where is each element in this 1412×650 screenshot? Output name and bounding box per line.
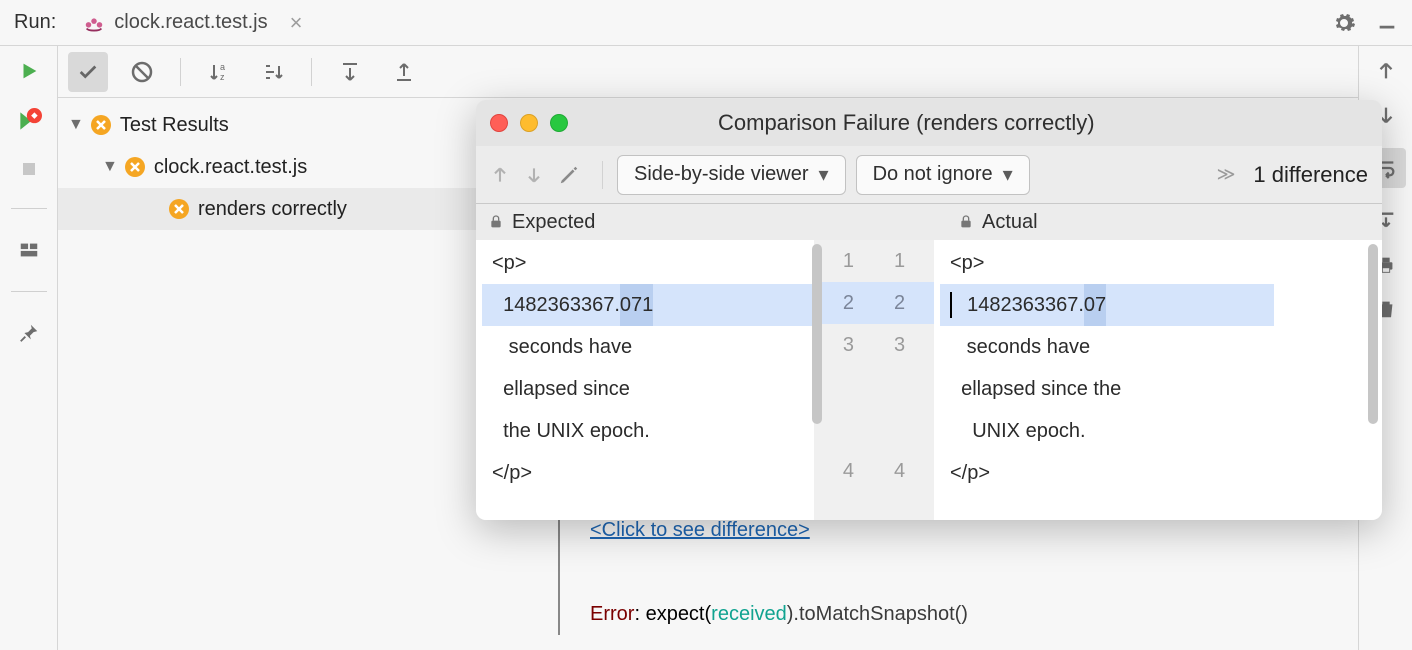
jest-icon [82,11,106,35]
window-zoom-icon[interactable] [550,114,568,132]
lock-icon [488,214,504,230]
error-keyword: Error [590,603,634,625]
stop-icon[interactable] [20,160,38,178]
run-icon[interactable] [18,60,40,82]
tab-file-label: clock.react.test.js [114,11,267,34]
collapse-all-icon[interactable] [384,52,424,92]
svg-text:a: a [220,62,225,72]
run-tab[interactable]: clock.react.test.js × [82,10,302,36]
window-close-icon[interactable] [490,114,508,132]
ignore-mode-select[interactable]: Do not ignore ▾ [856,155,1030,195]
fail-badge-icon [124,156,146,178]
run-label: Run: [14,11,56,34]
dialog-title: Comparison Failure (renders correctly) [584,110,1368,136]
next-diff-icon[interactable] [524,165,544,185]
arrow-up-icon[interactable] [1375,60,1397,82]
svg-text:z: z [220,72,225,82]
diff-count: 1 difference [1253,162,1368,188]
collapse-icon[interactable] [253,52,293,92]
expected-label: Expected [512,211,595,234]
run-fail-icon[interactable] [16,108,42,134]
actual-pane[interactable]: <p> 1482363367.07 seconds have ellapsed … [934,240,1274,520]
lock-icon [958,214,974,230]
diff-body: <p> 1482363367.071 seconds have ellapsed… [476,240,1382,520]
expand-all-icon[interactable] [330,52,370,92]
test-toolbar: az [58,46,1358,98]
pin-icon[interactable] [18,322,40,344]
show-ignored-toggle[interactable] [122,52,162,92]
see-difference-link[interactable]: <Click to see difference> [590,519,810,541]
expected-pane[interactable]: <p> 1482363367.071 seconds have ellapsed… [476,240,814,520]
window-minimize-icon[interactable] [520,114,538,132]
tree-root-label: Test Results [120,114,229,137]
actual-label: Actual [982,211,1038,234]
dialog-titlebar: Comparison Failure (renders correctly) [476,100,1382,146]
fail-badge-icon [90,114,112,136]
tree-test-label: renders correctly [198,198,347,221]
close-tab-icon[interactable]: × [290,10,303,36]
edit-icon[interactable] [558,164,580,186]
chevron-down-icon: ▾ [1003,162,1013,187]
fail-badge-icon [168,198,190,220]
more-icon[interactable]: ≫ [1217,164,1236,185]
minimize-icon[interactable] [1376,12,1398,34]
layout-icon[interactable] [18,239,40,261]
show-passed-toggle[interactable] [68,52,108,92]
dialog-toolbar: Side-by-side viewer ▾ Do not ignore ▾ ≫ … [476,146,1382,204]
line-gutter: 11 22 33 44 [814,240,934,520]
header: Run: clock.react.test.js × [0,0,1412,46]
left-gutter [0,46,58,650]
prev-diff-icon[interactable] [490,165,510,185]
comparison-dialog: Comparison Failure (renders correctly) S… [476,100,1382,520]
chevron-down-icon: ▾ [819,162,829,187]
gear-icon[interactable] [1332,11,1356,35]
sort-icon[interactable]: az [199,52,239,92]
tree-file-label: clock.react.test.js [154,156,307,179]
viewer-mode-select[interactable]: Side-by-side viewer ▾ [617,155,846,195]
